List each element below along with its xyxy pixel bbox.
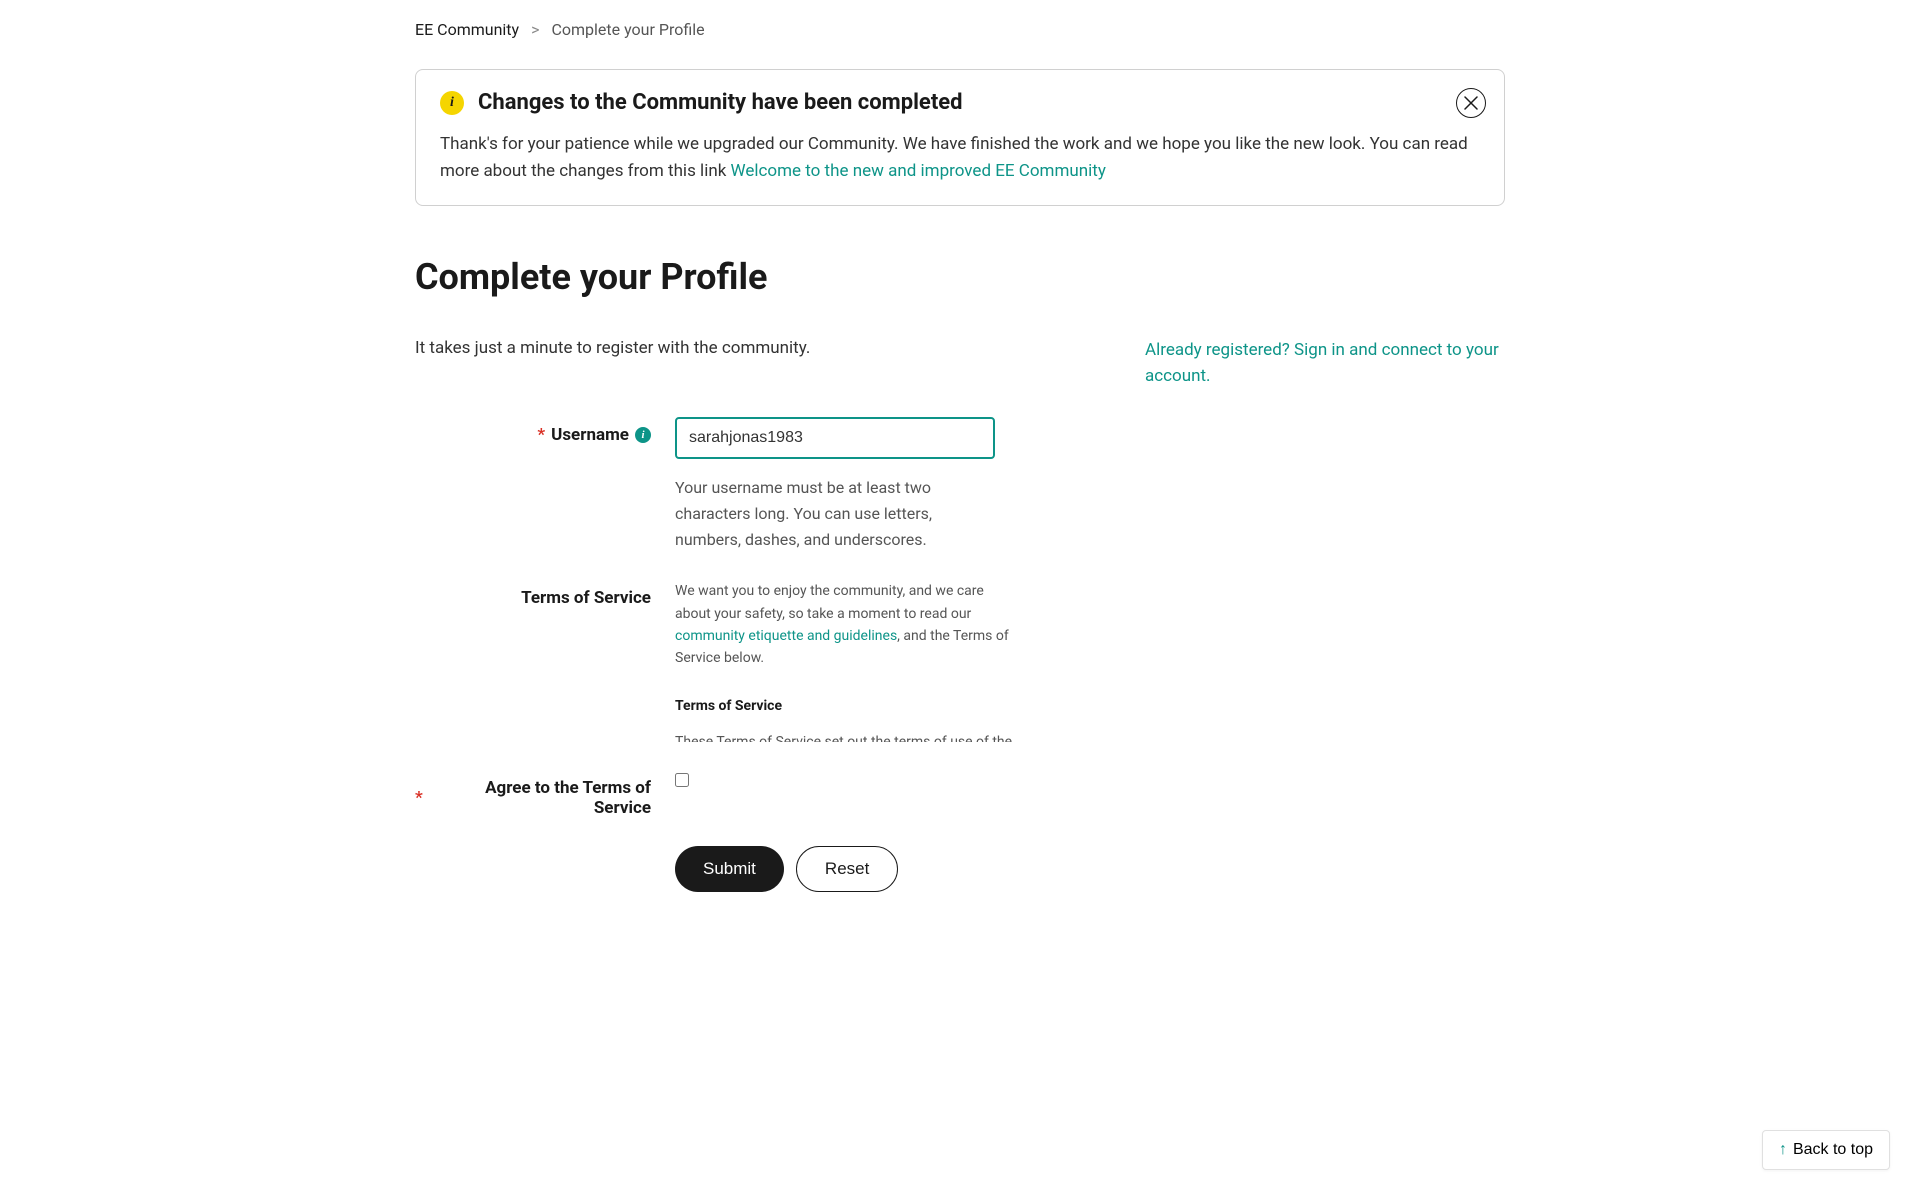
username-hint: Your username must be at least two chara… [675, 475, 995, 552]
terms-body: These Terms of Service set out the terms… [675, 734, 1015, 742]
notification-title: Changes to the Community have been compl… [478, 90, 963, 115]
agree-checkbox[interactable] [675, 773, 689, 787]
back-to-top-button[interactable]: ↑ Back to top [1762, 1130, 1890, 1170]
required-star: * [537, 425, 545, 445]
signin-link[interactable]: Already registered? Sign in and connect … [1145, 338, 1505, 389]
username-label: * Username i [537, 425, 651, 445]
close-icon[interactable] [1456, 88, 1486, 118]
breadcrumb-home-link[interactable]: EE Community [415, 20, 519, 39]
breadcrumb-current: Complete your Profile [551, 20, 704, 39]
arrow-up-icon: ↑ [1779, 1141, 1787, 1159]
page-title: Complete your Profile [415, 256, 1505, 298]
breadcrumb: EE Community > Complete your Profile [415, 20, 1505, 39]
terms-label: Terms of Service [521, 588, 651, 608]
help-icon[interactable]: i [635, 427, 651, 443]
terms-heading: Terms of Service [675, 698, 1125, 714]
info-icon: i [440, 91, 464, 115]
terms-intro: We want you to enjoy the community, and … [675, 580, 1015, 670]
required-star: * [415, 788, 423, 808]
reset-button[interactable]: Reset [796, 846, 898, 892]
submit-button[interactable]: Submit [675, 846, 784, 892]
notification-link[interactable]: Welcome to the new and improved EE Commu… [731, 161, 1106, 181]
page-subtitle: It takes just a minute to register with … [415, 338, 810, 358]
notification-banner: i Changes to the Community have been com… [415, 69, 1505, 206]
username-input[interactable] [675, 417, 995, 459]
agree-label: * Agree to the Terms of Service [415, 778, 651, 818]
notification-body: Thank's for your patience while we upgra… [440, 131, 1480, 185]
community-guidelines-link[interactable]: community etiquette and guidelines [675, 628, 897, 644]
breadcrumb-separator: > [531, 20, 539, 39]
